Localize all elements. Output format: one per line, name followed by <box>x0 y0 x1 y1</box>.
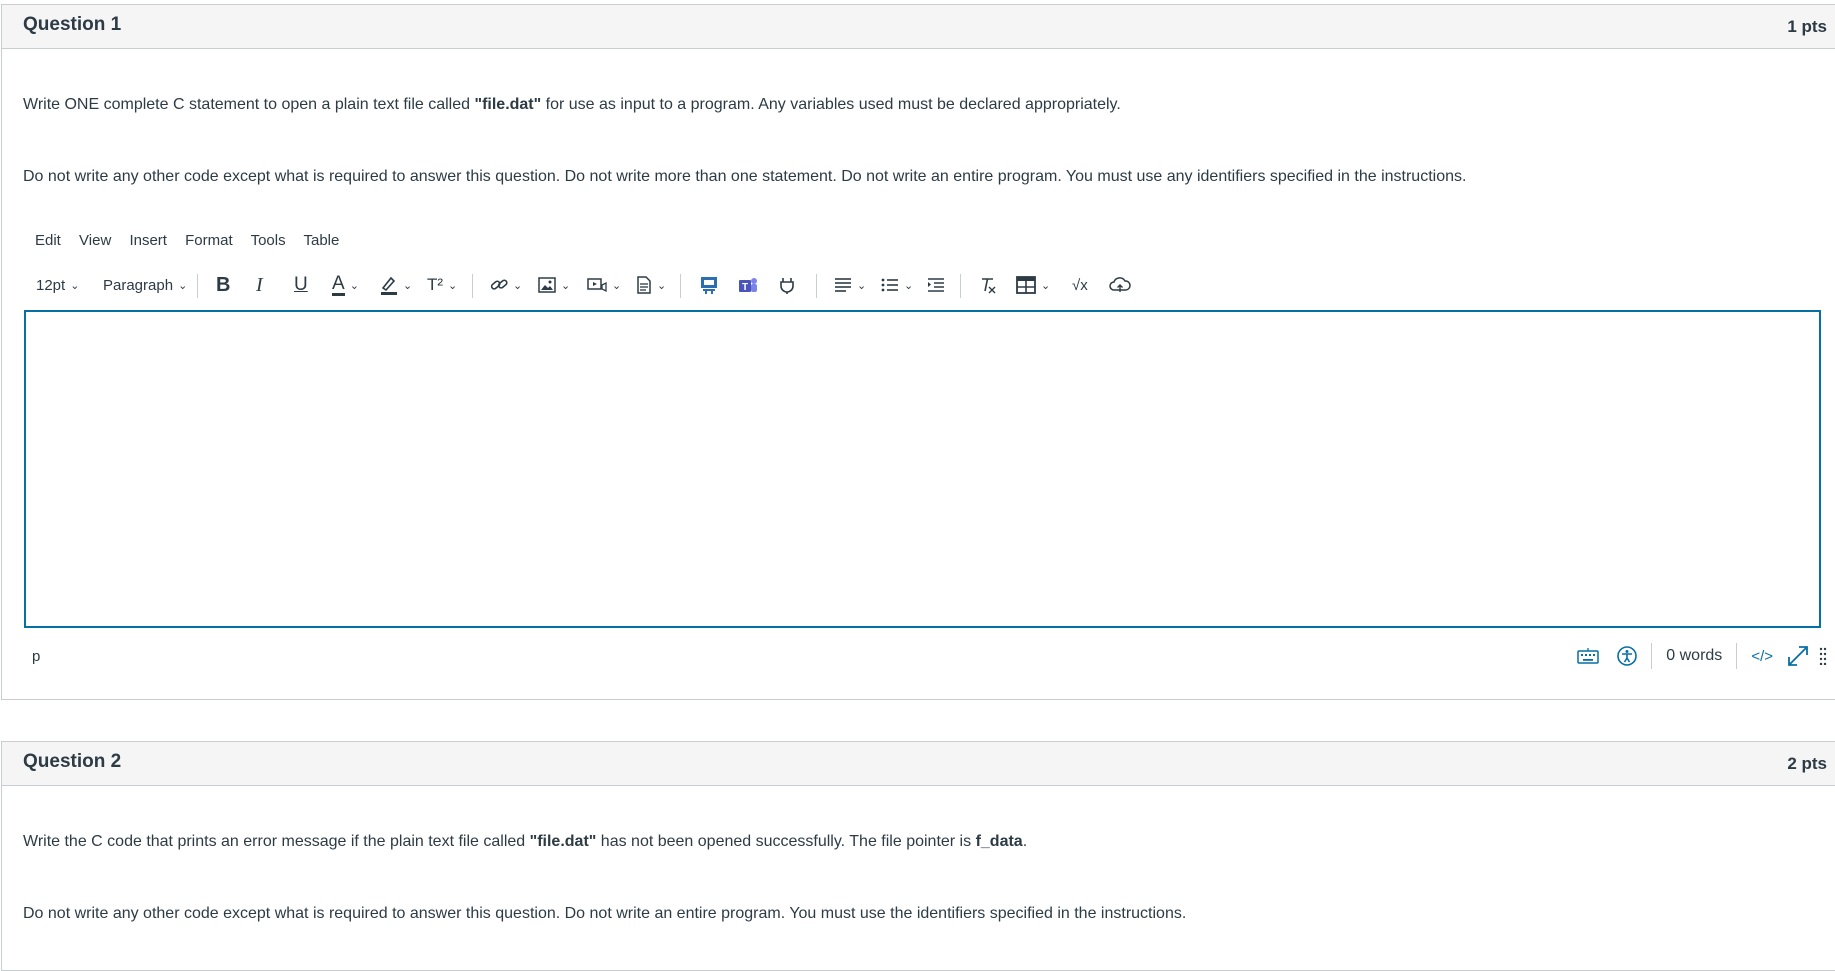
resize-handle-icon[interactable] <box>1819 647 1827 665</box>
question-text-bold: "file.dat" <box>474 96 542 113</box>
table-icon <box>1016 276 1036 294</box>
menu-insert[interactable]: Insert <box>129 232 167 249</box>
highlight-icon <box>381 276 397 295</box>
media-dropdown[interactable]: ⌄ <box>587 268 621 302</box>
question-2: Question 2 2 pts Write the C code that p… <box>1 741 1835 971</box>
menu-format[interactable]: Format <box>185 232 233 249</box>
rich-text-editor[interactable] <box>24 310 1821 628</box>
editor-menubar: Edit View Insert Format Tools Table <box>35 232 353 249</box>
editor-toolbar: 12pt ⌄ Paragraph ⌄ B I U A ⌄ ⌄ T² ⌄ ⌄ ⌄ ⌄ ⌄ <box>24 268 1144 302</box>
menu-tools[interactable]: Tools <box>251 232 286 249</box>
bold-icon[interactable]: B <box>216 268 230 302</box>
image-icon <box>538 277 556 293</box>
chevron-down-icon: ⌄ <box>1041 279 1051 292</box>
element-path: p <box>32 648 41 665</box>
html-editor-toggle[interactable]: </> <box>1751 648 1773 665</box>
question-instructions: Do not write any other code except what … <box>23 905 1187 922</box>
question-text-bold: f_data <box>975 833 1023 850</box>
chevron-down-icon: ⌄ <box>857 279 867 292</box>
chevron-down-icon: ⌄ <box>904 279 914 292</box>
menu-view[interactable]: View <box>79 232 111 249</box>
toolbar-divider <box>680 274 681 298</box>
align-icon <box>835 278 851 292</box>
font-size-value: 12pt <box>36 276 66 294</box>
document-dropdown[interactable]: ⌄ <box>636 268 666 302</box>
menu-edit[interactable]: Edit <box>35 232 61 249</box>
question-text-part: . <box>1022 833 1028 850</box>
question-header: Question 1 1 pts <box>2 5 1835 49</box>
apps-icon[interactable] <box>699 268 719 302</box>
chevron-down-icon: ⌄ <box>448 279 458 292</box>
fullscreen-icon[interactable] <box>1787 645 1809 667</box>
media-icon <box>587 278 607 293</box>
question-text: Write ONE complete C statement to open a… <box>23 96 1121 114</box>
question-text-part: for use as input to a program. Any varia… <box>541 96 1121 113</box>
indent-icon[interactable] <box>927 268 945 302</box>
text-color-dropdown[interactable]: A ⌄ <box>332 268 359 302</box>
italic-icon[interactable]: I <box>256 268 263 302</box>
cloud-icon[interactable] <box>1109 268 1131 302</box>
highlight-dropdown[interactable]: ⌄ <box>380 268 412 302</box>
question-text-part: has not been opened successfully. The fi… <box>596 833 976 850</box>
superscript-dropdown[interactable]: T² ⌄ <box>427 268 457 302</box>
keyboard-icon[interactable] <box>1577 648 1600 664</box>
question-1: Question 1 1 pts Write ONE complete C st… <box>1 4 1835 700</box>
block-format-dropdown[interactable]: Paragraph ⌄ <box>103 268 187 302</box>
math-icon[interactable]: √x <box>1072 268 1088 302</box>
question-title: Question 2 <box>23 751 122 772</box>
question-text: Write the C code that prints an error me… <box>23 833 1027 851</box>
statusbar-divider <box>1651 643 1653 669</box>
question-title: Question 1 <box>23 14 122 35</box>
superscript-icon: T² <box>427 275 444 294</box>
accessibility-icon[interactable] <box>1617 646 1638 666</box>
chevron-down-icon: ⌄ <box>70 279 80 292</box>
toolbar-divider <box>960 274 961 298</box>
statusbar-divider <box>1736 643 1738 669</box>
toolbar-divider <box>816 274 817 298</box>
chevron-down-icon: ⌄ <box>612 279 622 292</box>
block-format-value: Paragraph <box>103 276 174 294</box>
toolbar-divider <box>472 274 473 298</box>
question-points: 2 pts <box>1787 754 1827 773</box>
plugin-icon[interactable] <box>777 268 797 302</box>
question-points: 1 pts <box>1787 17 1827 36</box>
chevron-down-icon: ⌄ <box>657 279 667 292</box>
question-text-part: Write ONE complete C statement to open a… <box>23 96 475 113</box>
question-instructions: Do not write any other code except what … <box>23 168 1467 185</box>
question-text-part: Write the C code that prints an error me… <box>23 833 530 850</box>
chevron-down-icon: ⌄ <box>349 279 359 292</box>
editor-statusbar: 0 words </> <box>1563 641 1827 671</box>
chevron-down-icon: ⌄ <box>178 279 188 292</box>
table-dropdown[interactable]: ⌄ <box>1016 268 1050 302</box>
list-icon <box>881 278 898 292</box>
text-color-icon: A <box>332 272 345 296</box>
question-text-bold: "file.dat" <box>529 833 597 850</box>
chevron-down-icon: ⌄ <box>561 279 571 292</box>
underline-icon[interactable]: U <box>294 268 308 302</box>
teams-icon[interactable]: T <box>738 268 758 302</box>
align-dropdown[interactable]: ⌄ <box>834 268 866 302</box>
list-dropdown[interactable]: ⌄ <box>881 268 913 302</box>
chevron-down-icon: ⌄ <box>403 279 413 292</box>
link-dropdown[interactable]: ⌄ <box>490 268 522 302</box>
question-header: Question 2 2 pts <box>2 742 1835 786</box>
link-icon <box>490 279 508 290</box>
chevron-down-icon: ⌄ <box>513 279 523 292</box>
font-size-dropdown[interactable]: 12pt ⌄ <box>36 268 79 302</box>
document-icon <box>637 276 651 294</box>
word-count[interactable]: 0 words <box>1666 647 1722 665</box>
image-dropdown[interactable]: ⌄ <box>538 268 570 302</box>
svg-text:T: T <box>742 282 748 293</box>
menu-table[interactable]: Table <box>304 232 340 249</box>
toolbar-divider <box>197 274 198 298</box>
clear-formatting-icon[interactable] <box>979 268 997 302</box>
